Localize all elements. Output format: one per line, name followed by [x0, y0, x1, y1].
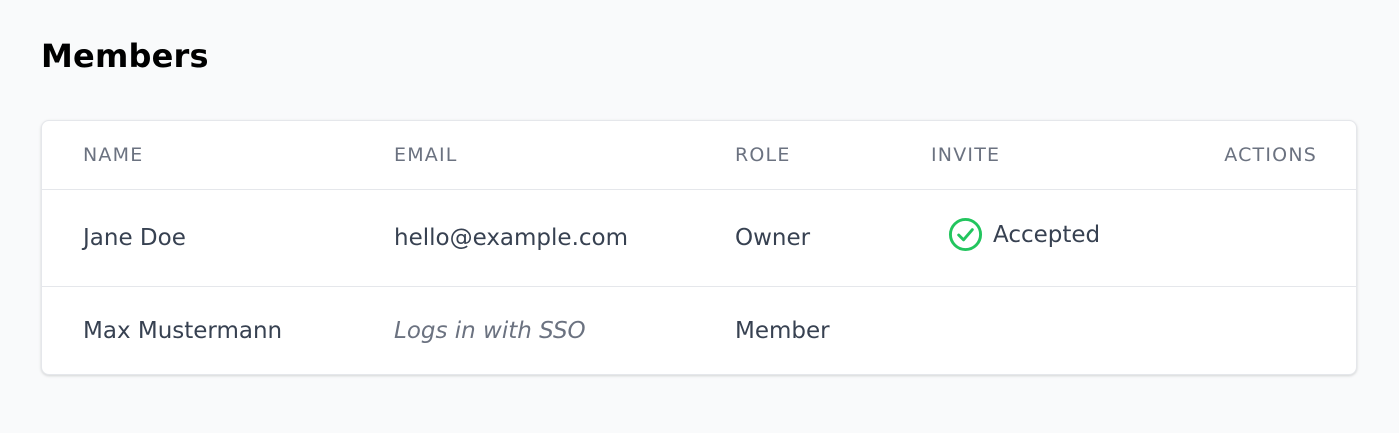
table-row: Jane Doe hello@example.com Owner Accepte… [42, 189, 1356, 287]
member-invite-cell: Accepted [931, 189, 1181, 287]
member-actions-cell [1181, 189, 1356, 287]
column-header-role: Role [735, 121, 931, 190]
member-email: hello@example.com [394, 189, 735, 287]
check-circle-icon [948, 217, 983, 252]
column-header-email: Email [394, 121, 735, 190]
member-role: Owner [735, 189, 931, 287]
member-name: Jane Doe [42, 189, 394, 287]
table-header-row: Name Email Role Invite Actions [42, 121, 1356, 190]
member-email: Logs in with SSO [394, 317, 586, 344]
column-header-actions: Actions [1181, 121, 1356, 190]
table-row: Max Mustermann Logs in with SSO Member [42, 286, 1356, 374]
member-actions-cell [1181, 286, 1356, 374]
member-name: Max Mustermann [83, 317, 283, 344]
column-header-invite: Invite [931, 121, 1181, 190]
member-role: Member [735, 317, 830, 344]
column-header-name: Name [42, 121, 394, 190]
table-header: Name Email Role Invite Actions [42, 121, 1356, 190]
table-body: Jane Doe hello@example.com Owner Accepte… [42, 189, 1356, 374]
members-table: Name Email Role Invite Actions Jane Doe … [42, 121, 1356, 374]
invite-status: Accepted [948, 217, 1100, 252]
page-title: Members [41, 37, 209, 75]
member-invite-cell [931, 286, 1181, 374]
members-table-card: Name Email Role Invite Actions Jane Doe … [41, 120, 1357, 375]
invite-status-label: Accepted [993, 221, 1101, 248]
